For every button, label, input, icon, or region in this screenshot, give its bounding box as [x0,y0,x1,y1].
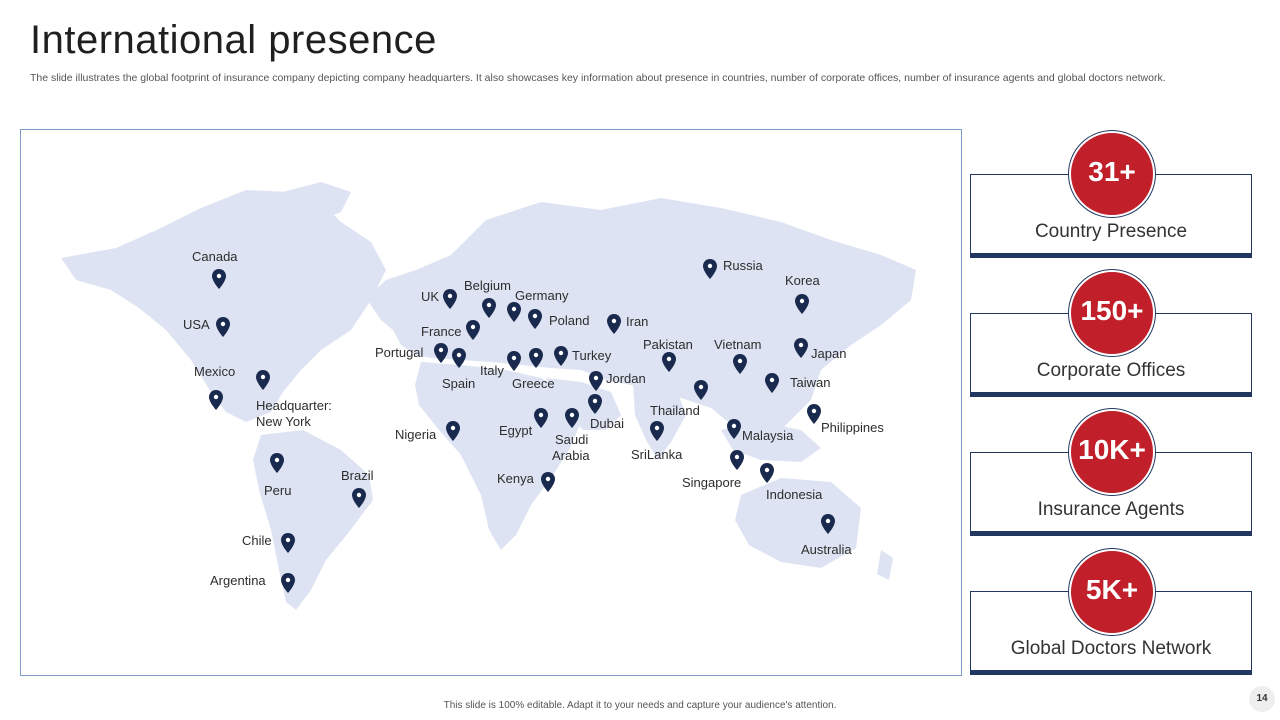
new-zealand-landmass [877,550,893,580]
location-label-brazil: Brazil [341,468,374,483]
location-pin-icon [209,390,223,410]
location-label-headquarter: Headquarter: [256,398,332,413]
location-pin-icon [730,450,744,470]
location-pin-icon [256,370,270,390]
location-pin-icon [466,320,480,340]
stat-value: 5K+ [1085,574,1139,605]
location-label-usa: USA [183,317,210,332]
location-pin-icon [607,314,621,334]
location-label-chile: Chile [242,533,272,548]
location-pin-icon [588,394,602,414]
location-label-germany: Germany [515,288,569,303]
location-pin-icon [703,259,717,279]
location-label-turkey: Turkey [572,348,612,363]
location-label-belgium: Belgium [464,278,511,293]
stat-value: 10K+ [1078,434,1146,465]
location-label-mexico: Mexico [194,364,236,379]
location-label-new-york: New York [256,414,311,429]
location-label-nigeria: Nigeria [395,427,437,442]
location-pin-icon [281,533,295,553]
page-subtitle: The slide illustrates the global footpri… [30,72,1166,84]
stat-label: Country Presence [1034,221,1188,242]
location-label-portugal: Portugal [375,345,424,360]
location-pin-icon [733,354,747,374]
location-label-france: France [421,324,462,339]
location-label-dubai: Dubai [590,416,624,431]
location-label-indonesia: Indonesia [766,487,823,502]
location-pin-icon [434,343,448,363]
location-pin-icon [528,309,542,329]
location-label-italy: Italy [480,363,504,378]
location-label-thailand: Thailand [650,403,700,418]
page-title: International presence [30,18,437,62]
location-label-kenya: Kenya [497,471,534,486]
location-label-jordan: Jordan [606,371,646,386]
location-label-korea: Korea [785,273,820,288]
north-america-landmass [61,190,386,422]
location-pin-icon [554,346,568,366]
location-pin-icon [534,408,548,428]
location-pin-icon [662,352,676,372]
location-label-russia: Russia [723,258,763,273]
location-pin-icon [529,348,543,368]
location-label-egypt: Egypt [499,423,533,438]
location-pin-icon [794,338,808,358]
location-label-peru: Peru [264,483,292,498]
location-label-spain: Spain [442,376,476,391]
location-label-canada: Canada [192,249,238,264]
location-pin-icon [443,289,457,309]
footer-note: This slide is 100% editable. Adapt it to… [443,700,837,711]
location-pin-icon [821,514,835,534]
location-label-singapore: Singapore [682,475,742,490]
location-label-taiwan: Taiwan [790,375,831,390]
location-label-greece: Greece [512,376,555,391]
location-label-vietnam: Vietnam [714,337,762,352]
location-pin-icon [507,351,521,371]
location-label-uk: UK [421,289,440,304]
location-label-pakistan: Pakistan [643,337,693,352]
location-pin-icon [727,419,741,439]
location-pin-icon [650,421,664,441]
location-pin-icon [270,453,284,473]
location-pin-icon [760,463,774,483]
location-pin-icon [352,488,366,508]
location-label-japan: Japan [811,346,847,361]
location-pin-icon [765,373,779,393]
location-label-poland: Poland [549,313,590,328]
location-label-australia: Australia [801,542,852,557]
location-pin-icon [807,404,821,424]
location-label-argentina: Argentina [210,573,266,588]
stat-value: 31+ [1088,156,1136,187]
location-label-arabia: Arabia [552,448,590,463]
location-label-philippines: Philippines [821,420,884,435]
stat-badge: 10K+ [1069,409,1155,495]
stat-label: Corporate Offices [1036,360,1186,381]
location-pin-icon [446,421,460,441]
location-pin-icon [507,302,521,322]
world-map-panel [20,129,962,676]
stat-label: Insurance Agents [1037,499,1185,520]
location-pin-icon [795,294,809,314]
location-pin-icon [452,348,466,368]
location-pin-icon [589,371,603,391]
location-label-saudi: Saudi [555,432,589,447]
world-map [61,182,916,610]
location-pin-icon [541,472,555,492]
location-pin-icon [212,269,226,289]
stat-badge: 31+ [1069,131,1155,217]
stat-badge: 5K+ [1069,549,1155,635]
stat-value: 150+ [1080,295,1144,326]
location-pin-icon [694,380,708,400]
location-pin-icon [565,408,579,428]
location-label-srilanka: SriLanka [631,447,683,462]
location-pin-icon [281,573,295,593]
location-pin-icon [482,298,496,318]
location-pin-icon [216,317,230,337]
location-label-iran: Iran [626,314,649,329]
location-label-malaysia: Malaysia [742,428,794,443]
page-number: 14 [1249,686,1275,712]
stat-label: Global Doctors Network [1010,638,1212,659]
stat-badge: 150+ [1069,270,1155,356]
